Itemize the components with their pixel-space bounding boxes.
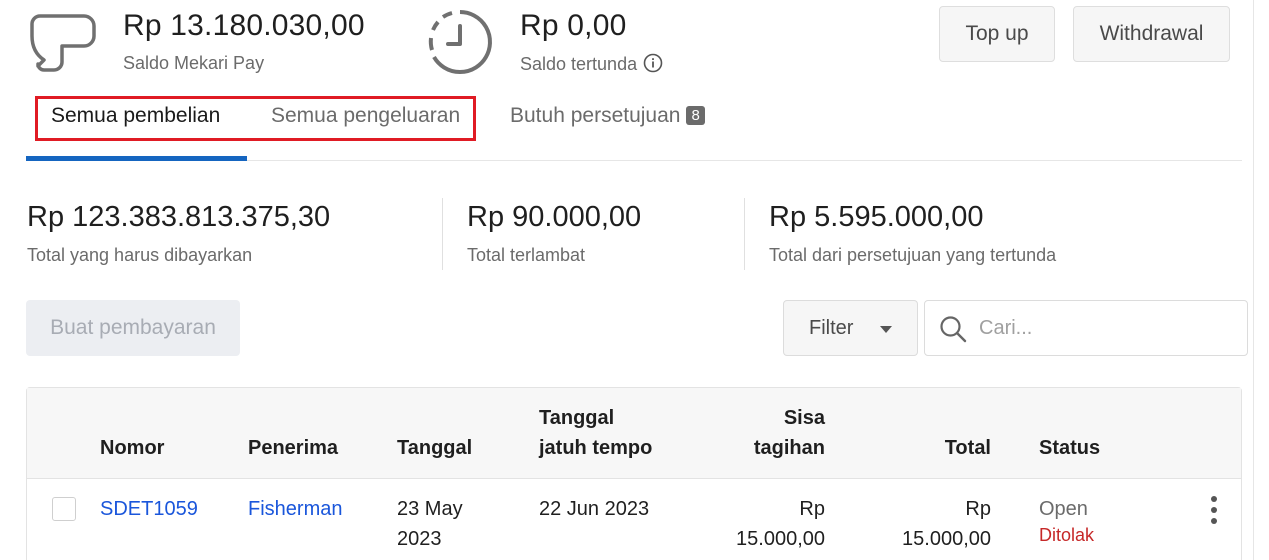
summary-divider: [442, 198, 443, 270]
tab-semua-pengeluaran[interactable]: Semua pengeluaran: [271, 104, 460, 128]
search-input[interactable]: [979, 313, 1229, 343]
create-payment-button[interactable]: Buat pembayaran: [26, 300, 240, 356]
payables-table: Nomor Penerima Tanggal Tanggal jatuh tem…: [26, 387, 1242, 560]
info-icon[interactable]: [643, 53, 663, 73]
tab-semua-pembelian[interactable]: Semua pembelian: [51, 104, 220, 128]
column-header-jatuh-tempo[interactable]: Tanggal jatuh tempo: [539, 403, 652, 463]
filter-button[interactable]: Filter: [783, 300, 918, 356]
column-header-nomor[interactable]: Nomor: [100, 433, 164, 463]
pending-balance: Rp 0,00: [520, 9, 627, 42]
approval-status-badge: Ditolak: [1039, 525, 1095, 545]
summary-divider: [744, 198, 745, 270]
column-header-status[interactable]: Status: [1039, 433, 1100, 463]
column-header-sisa-line2: tagihan: [753, 437, 825, 459]
due-date: 22 Jun 2023: [539, 498, 650, 520]
transaction-date: 23 May 2023: [397, 494, 463, 554]
summary-total-payable: Rp 123.383.813.375,30: [27, 201, 331, 233]
tab-butuh-persetujuan[interactable]: Butuh persetujuan 8: [510, 104, 705, 128]
remaining-amount-value: 15.000,00: [736, 528, 825, 550]
summary-total-payable-label: Total yang harus dibayarkan: [27, 245, 253, 265]
status-text: Open: [1039, 498, 1088, 520]
pending-balance-label-text: Saldo tertunda: [520, 54, 638, 74]
transaction-date-line1: 23 May: [397, 498, 463, 520]
summary-total-overdue: Rp 90.000,00: [467, 201, 642, 233]
row-checkbox[interactable]: [52, 497, 76, 521]
column-header-tanggal[interactable]: Tanggal: [397, 433, 472, 463]
filter-label: Filter: [809, 316, 854, 339]
summary-pending-approval: Rp 5.595.000,00: [769, 201, 984, 233]
chevron-down-icon: [880, 326, 892, 333]
summary-total-overdue-label: Total terlambat: [467, 245, 586, 265]
tab-butuh-persetujuan-label: Butuh persetujuan: [510, 104, 681, 127]
kebab-menu-icon[interactable]: [1207, 496, 1221, 528]
table-header: Nomor Penerima Tanggal Tanggal jatuh tem…: [27, 388, 1241, 479]
search-icon: [940, 316, 967, 343]
topup-button[interactable]: Top up: [939, 6, 1055, 62]
clock-icon: [428, 10, 492, 74]
summary-pending-approval-label: Total dari persetujuan yang tertunda: [769, 245, 1057, 265]
column-header-jatuh-tempo-line2: jatuh tempo: [539, 437, 653, 459]
count-badge: 8: [686, 106, 705, 125]
column-header-jatuh-tempo-line1: Tanggal: [539, 407, 615, 429]
page-edge-divider: [1253, 0, 1254, 560]
transaction-date-line2: 2023: [397, 528, 442, 550]
column-header-total[interactable]: Total: [867, 433, 991, 463]
column-header-penerima[interactable]: Penerima: [248, 433, 338, 463]
search-box: [924, 300, 1248, 356]
recipient-link[interactable]: Fisherman: [248, 494, 342, 524]
invoice-number-link[interactable]: SDET1059: [100, 494, 198, 524]
active-tab-indicator: [26, 156, 247, 161]
column-header-sisa-line1: Sisa: [783, 407, 825, 429]
wallet-icon: [30, 14, 96, 72]
column-header-sisa-tagihan[interactable]: Sisa tagihan: [687, 403, 825, 463]
wallet-balance-label: Saldo Mekari Pay: [123, 53, 265, 73]
remaining-amount-currency: Rp: [799, 498, 825, 520]
pending-balance-label: Saldo tertunda: [520, 53, 663, 75]
remaining-amount: Rp 15.000,00: [687, 494, 825, 554]
wallet-balance: Rp 13.180.030,00: [123, 9, 365, 42]
total-amount-value: 15.000,00: [902, 528, 991, 550]
total-amount-currency: Rp: [965, 498, 991, 520]
withdrawal-button[interactable]: Withdrawal: [1073, 6, 1230, 62]
total-amount: Rp 15.000,00: [867, 494, 991, 554]
